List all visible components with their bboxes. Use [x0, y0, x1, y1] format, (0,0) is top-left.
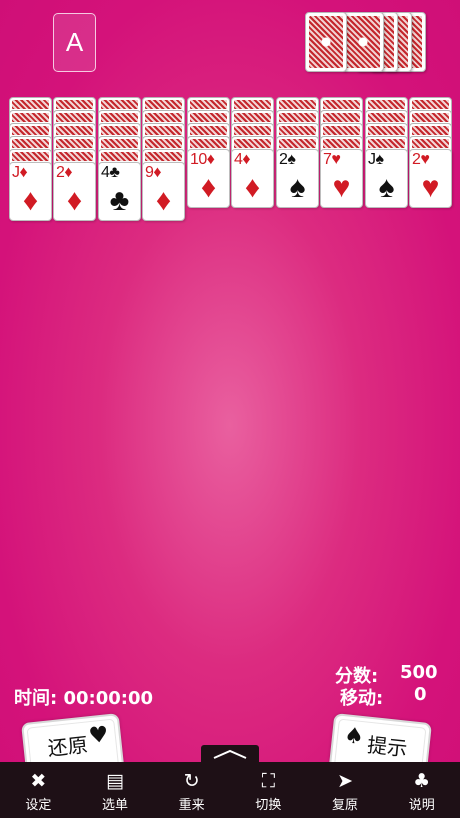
toolbar-expand-button[interactable]	[201, 745, 259, 763]
stock-card-back[interactable]	[305, 12, 347, 72]
face-up-card[interactable]: 7♥ ♥	[320, 149, 363, 208]
card-suit-large: ♥	[332, 171, 351, 204]
card-suit-large: ♠	[289, 171, 306, 204]
undo-label: 还原	[46, 732, 89, 761]
restart-icon: ↻	[183, 770, 200, 792]
menu-document-icon: ▤	[106, 770, 124, 792]
moves-label: 移动:	[340, 688, 384, 709]
card-suit: ♦	[19, 164, 28, 181]
face-up-card[interactable]: 4♣ ♣	[98, 162, 141, 221]
face-up-card[interactable]: 10♦ ♦	[187, 149, 230, 208]
heart-icon: ♥	[87, 722, 110, 750]
toolbar-label: 复原	[332, 798, 359, 813]
card-suit: ♠	[375, 151, 385, 168]
card-suit-large: ♦	[155, 184, 172, 217]
stock-card-back[interactable]	[342, 12, 384, 72]
toolbar-label: 设定	[25, 798, 52, 813]
time-label: 时间:	[14, 688, 58, 709]
card-suit: ♦	[153, 164, 162, 181]
card-suit: ♥	[331, 151, 341, 168]
face-up-card[interactable]: J♠ ♠	[365, 149, 408, 208]
card-corner: J♠	[368, 151, 384, 168]
card-corner: 10♦	[190, 151, 215, 168]
card-suit-large: ♦	[66, 184, 83, 217]
card-corner: 4♣	[101, 164, 120, 181]
switch-expand-icon: ⛶	[261, 770, 275, 792]
card-suit-large: ♦	[200, 171, 217, 204]
toolbar-label: 说明	[408, 798, 435, 813]
time-value: 00:00:00	[63, 688, 154, 709]
toolbar-settings-tools-button[interactable]: ✖ 设定	[0, 762, 77, 818]
card-suit: ♦	[206, 151, 215, 168]
card-corner: 4♦	[234, 151, 251, 168]
redo-arrow-icon: ➤	[337, 770, 353, 792]
card-suit-large: ♠	[378, 171, 395, 204]
card-suit: ♥	[420, 151, 430, 168]
spade-icon: ♠	[342, 723, 366, 751]
card-corner: 7♥	[323, 151, 341, 168]
toolbar-label: 切换	[255, 798, 282, 813]
toolbar-label: 重来	[178, 798, 205, 813]
face-up-card[interactable]: 2♠ ♠	[276, 149, 319, 208]
card-suit: ♠	[287, 151, 296, 168]
face-up-card[interactable]: 2♦ ♦	[53, 162, 96, 221]
hint-label: 提示	[366, 732, 409, 761]
card-rank: J	[368, 151, 376, 168]
face-up-card[interactable]: 9♦ ♦	[142, 162, 185, 221]
card-suit: ♦	[242, 151, 251, 168]
chevron-up-icon	[213, 749, 247, 759]
face-up-card[interactable]: 4♦ ♦	[231, 149, 274, 208]
settings-tools-icon: ✖	[30, 770, 47, 792]
moves-value: 0	[414, 684, 427, 705]
toolbar-switch-expand-button[interactable]: ⛶ 切换	[230, 762, 307, 818]
toolbar-help-club-card-button[interactable]: ♣ 说明	[383, 762, 460, 818]
toolbar-menu-document-button[interactable]: ▤ 选单	[77, 762, 154, 818]
card-corner: 2♥	[412, 151, 430, 168]
bottom-toolbar: ✖ 设定 ▤ 选单 ↻ 重来 ⛶ 切换 ➤ 复原 ♣ 说明	[0, 762, 460, 818]
card-corner: 2♠	[279, 151, 296, 168]
toolbar-restart-button[interactable]: ↻ 重来	[153, 762, 230, 818]
card-suit-large: ♦	[244, 171, 261, 204]
toolbar-label: 选单	[102, 798, 129, 813]
stock-pile[interactable]	[0, 12, 460, 74]
face-up-card[interactable]: 2♥ ♥	[409, 149, 452, 208]
card-corner: 2♦	[56, 164, 73, 181]
card-suit: ♦	[64, 164, 73, 181]
help-club-card-icon: ♣	[413, 770, 431, 792]
timer: 时间: 00:00:00	[14, 684, 153, 710]
card-rank: J	[12, 164, 20, 181]
moves: 移动:	[340, 684, 383, 710]
card-corner: J♦	[12, 164, 28, 181]
card-suit-large: ♦	[22, 184, 39, 217]
card-corner: 9♦	[145, 164, 162, 181]
card-suit-large: ♣	[109, 184, 130, 217]
card-suit-large: ♥	[421, 171, 440, 204]
card-rank: 10	[190, 151, 207, 168]
card-suit: ♣	[109, 164, 120, 181]
toolbar-redo-arrow-button[interactable]: ➤ 复原	[307, 762, 384, 818]
face-up-card[interactable]: J♦ ♦	[9, 162, 52, 221]
score-value: 500	[400, 662, 438, 683]
